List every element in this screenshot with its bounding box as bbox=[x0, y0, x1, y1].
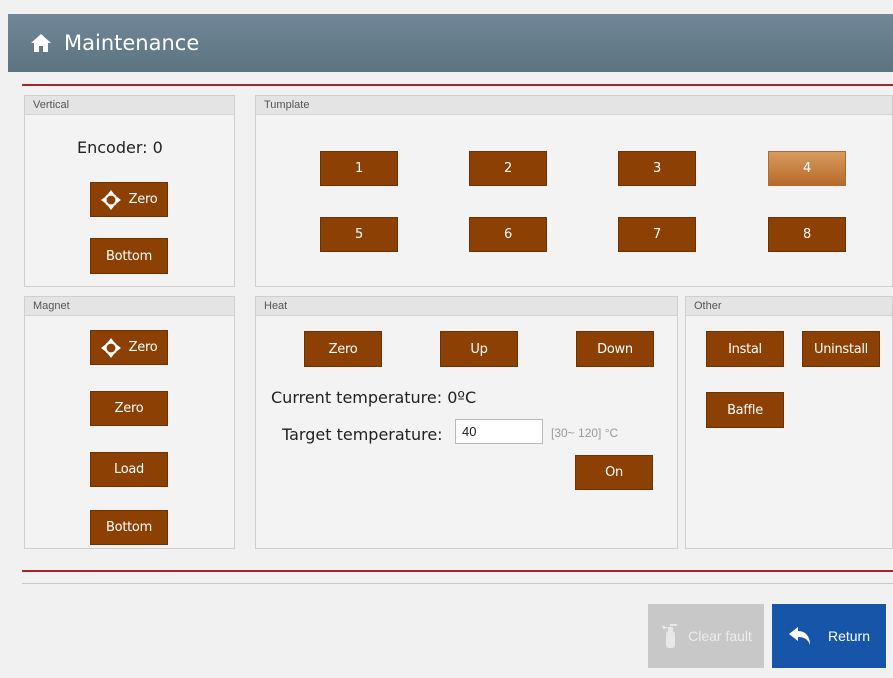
crosshair-icon bbox=[100, 189, 121, 210]
page-title: Maintenance bbox=[64, 31, 200, 55]
target-temperature-input[interactable]: 40 bbox=[455, 419, 543, 444]
template-button-8[interactable]: 8 bbox=[768, 217, 846, 252]
target-temperature-label: Target temperature: bbox=[282, 425, 443, 444]
encoder-readout: Encoder: 0 bbox=[77, 138, 163, 157]
bottom-divider bbox=[22, 570, 893, 572]
template-button-7[interactable]: 7 bbox=[618, 217, 696, 252]
temperature-range-hint: [30~ 120] °C bbox=[551, 426, 619, 440]
heat-zero-button[interactable]: Zero bbox=[304, 331, 382, 367]
heat-down-button[interactable]: Down bbox=[576, 331, 654, 367]
magnet-panel-title: Magnet bbox=[25, 297, 234, 316]
vertical-bottom-button[interactable]: Bottom bbox=[90, 238, 168, 274]
clear-fault-button[interactable]: Clear fault bbox=[648, 604, 764, 668]
crosshair-icon bbox=[100, 337, 121, 358]
heat-on-button[interactable]: On bbox=[575, 455, 653, 490]
heat-up-button[interactable]: Up bbox=[440, 331, 518, 367]
top-divider bbox=[22, 84, 893, 86]
heat-panel-title: Heat bbox=[256, 297, 677, 316]
vertical-panel-title: Vertical bbox=[25, 96, 234, 115]
vertical-zero-button[interactable]: Zero bbox=[90, 182, 168, 217]
current-temperature: Current temperature: 0ºC bbox=[271, 388, 477, 407]
magnet-load-button[interactable]: Load bbox=[90, 452, 168, 487]
uninstall-button[interactable]: Uninstall bbox=[802, 331, 880, 367]
fire-extinguisher-icon bbox=[660, 623, 680, 649]
title-bar: Maintenance bbox=[8, 14, 893, 72]
return-label: Return bbox=[827, 628, 871, 644]
clear-fault-label: Clear fault bbox=[688, 628, 752, 644]
return-arrow-icon bbox=[788, 625, 812, 647]
install-button[interactable]: Instal bbox=[706, 331, 784, 367]
template-button-2[interactable]: 2 bbox=[469, 151, 547, 186]
magnet-zero-icon-label: Zero bbox=[128, 340, 158, 355]
template-panel-title: Tumplate bbox=[256, 96, 892, 115]
bottom-divider-thin bbox=[22, 583, 893, 584]
magnet-zero-icon-button[interactable]: Zero bbox=[90, 330, 168, 365]
template-button-6[interactable]: 6 bbox=[469, 217, 547, 252]
template-panel: Tumplate bbox=[255, 95, 893, 287]
template-button-5[interactable]: 5 bbox=[320, 217, 398, 252]
magnet-bottom-button[interactable]: Bottom bbox=[90, 510, 168, 545]
home-icon[interactable] bbox=[30, 32, 52, 54]
return-button[interactable]: Return bbox=[772, 604, 886, 668]
baffle-button[interactable]: Baffle bbox=[706, 392, 784, 428]
magnet-zero-button[interactable]: Zero bbox=[90, 391, 168, 426]
template-button-1[interactable]: 1 bbox=[320, 151, 398, 186]
template-button-3[interactable]: 3 bbox=[618, 151, 696, 186]
template-button-4[interactable]: 4 bbox=[768, 151, 846, 186]
other-panel-title: Other bbox=[686, 297, 892, 316]
vertical-zero-label: Zero bbox=[128, 192, 158, 207]
